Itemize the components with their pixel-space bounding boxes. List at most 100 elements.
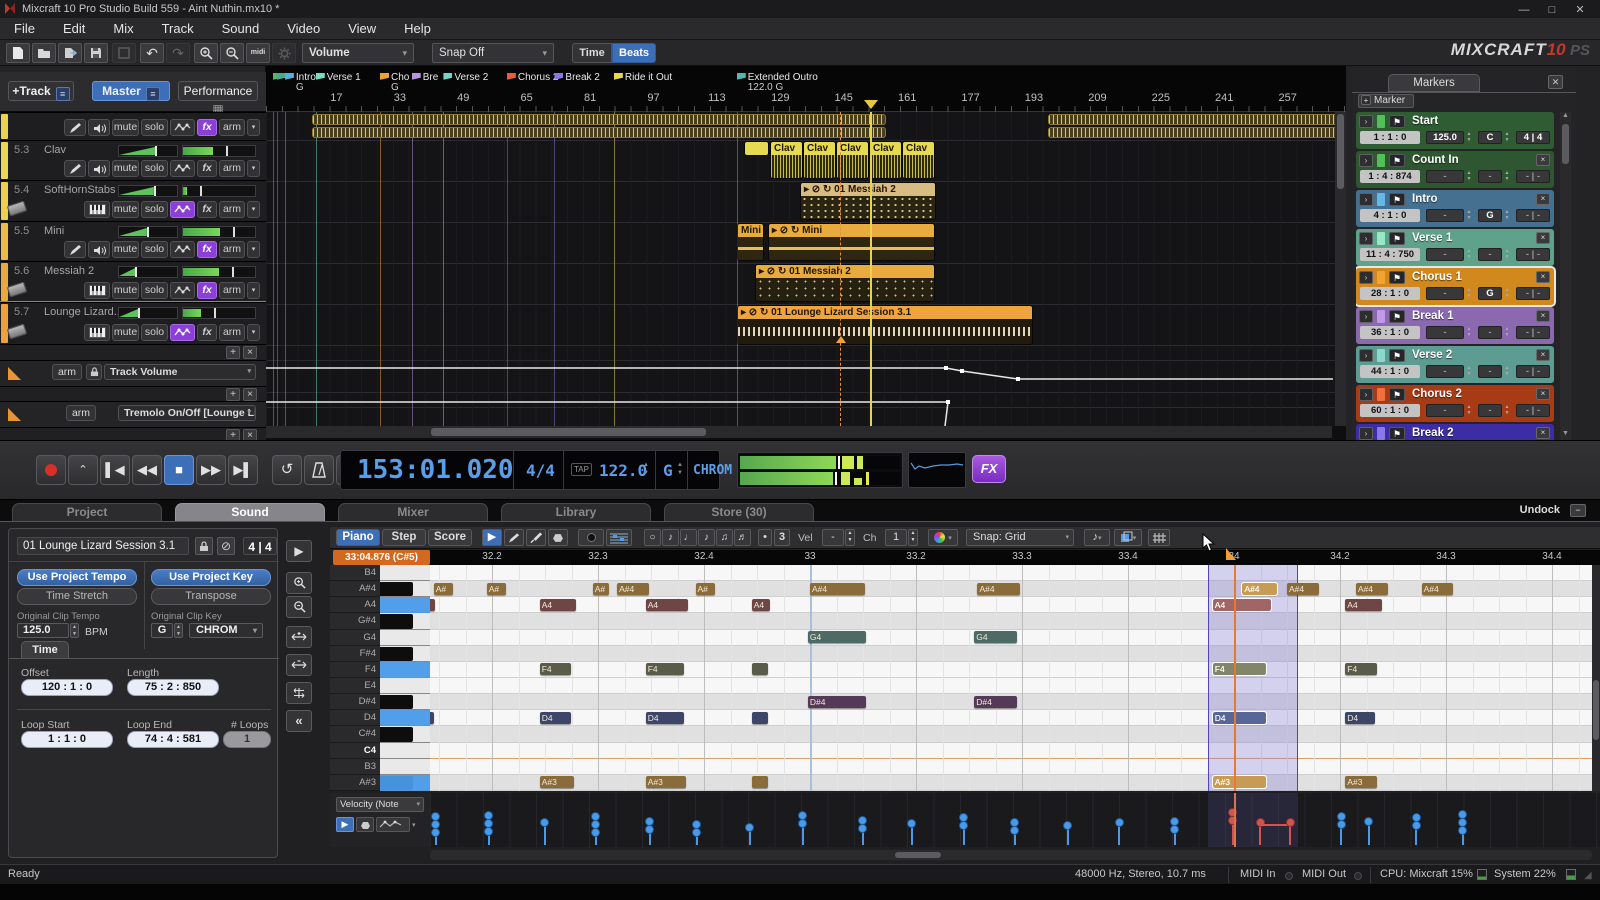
markers-tab[interactable]: Markers [1388,74,1480,92]
piano-note-As3[interactable]: A#3 [540,776,574,788]
marker-row-verse-2[interactable]: ›⚑Verse 2×44 : 1 : 0-▲▼-▲▼- | - [1356,346,1554,383]
marker-tempo-spinner[interactable]: ▲▼ [1465,404,1473,417]
draw-tool-icon[interactable] [64,119,86,136]
piano-note-A4[interactable]: A4 [646,599,688,611]
piano-roll-playhead[interactable] [1234,565,1236,791]
piano-note-A4[interactable]: A4 [1345,599,1382,611]
menu-help[interactable]: Help [390,18,445,39]
marker-position-field[interactable]: 4 : 1 : 0 [1360,209,1420,222]
add-lane-icon[interactable]: + [226,388,240,401]
record-button[interactable] [36,455,66,485]
new-project-icon[interactable] [6,43,30,63]
piano-instrument-icon[interactable] [84,282,110,299]
marker-tempo-field[interactable]: - [1426,404,1464,417]
panel-minimize-icon[interactable]: − [1570,504,1586,517]
pencil-tool-icon[interactable] [504,529,524,546]
note-color-wheel-icon[interactable]: ▾ [928,529,958,546]
velocity-curve-tool[interactable] [376,817,410,832]
time-tab[interactable]: Time [21,641,69,658]
piano-key-C4[interactable]: C4 [330,743,430,759]
marker-color-chip[interactable] [1377,271,1385,284]
scale-helper-icon[interactable]: ♪▾ [1084,529,1110,546]
clip[interactable]: Clav [902,141,935,179]
marker-key-spinner[interactable]: ▲▼ [1503,209,1511,222]
go-to-start-button[interactable]: ▌◀ [100,455,130,485]
solo-button[interactable]: solo [141,324,168,341]
marker-delete-icon[interactable]: × [1536,427,1550,439]
markers-scroll-down-icon[interactable]: ▼ [1560,430,1571,440]
snap-grid-dropdown[interactable]: Snap: Grid▾ [966,529,1074,546]
vel-spinner[interactable]: ▲▼ [845,529,855,546]
marker-name[interactable]: Count In [1412,154,1459,166]
playhead-line[interactable] [870,112,872,426]
piano-key-F#4[interactable]: F#4 [330,646,430,662]
menu-sound[interactable]: Sound [208,18,274,39]
marker-row-break-1[interactable]: ›⚑Break 1×36 : 1 : 0-▲▼-▲▼- | - [1356,307,1554,344]
tab-mixer[interactable]: Mixer [338,503,488,521]
layers-icon[interactable]: ▾ [1114,529,1142,546]
piano-roll-tab-step[interactable]: Step [382,529,426,546]
time-toggle-button[interactable]: Time [572,43,612,63]
marker-color-chip[interactable] [1377,232,1385,245]
piano-note-As4[interactable]: A#4 [617,583,649,595]
clip-signature[interactable]: 4 | 4 [243,537,277,555]
speaker-icon[interactable] [88,119,110,136]
automation-lock-icon[interactable] [86,364,102,380]
marker-key-spinner[interactable]: ▲▼ [1503,170,1511,183]
render-icon[interactable] [112,43,136,63]
time-stretch-button[interactable]: Time Stretch [17,588,137,605]
fx-button[interactable]: fx [197,241,217,258]
piano-note-F4[interactable]: F4 [540,663,572,675]
velocity-lane[interactable] [430,793,1600,847]
brush-tool-icon[interactable] [526,529,546,546]
velocity-lollipop[interactable] [1014,822,1016,845]
marker-name[interactable]: Break 1 [1412,310,1454,322]
velocity-lollipop[interactable] [1462,814,1464,845]
piano-note-As4[interactable]: A#4 [1356,583,1388,595]
piano-note-F4[interactable]: F4 [1213,663,1266,675]
marker-expand-icon[interactable]: › [1359,193,1373,206]
arranger-hscroll-thumb[interactable] [431,428,706,436]
track-volume-slider[interactable] [118,266,178,278]
track-row-5.7[interactable]: 5.7Lounge Lizard...mutesolofxarm▾ [0,302,266,344]
punch-marker-button[interactable]: ⌃ [68,455,98,485]
mute-clip-icon[interactable]: ⊘ [217,537,235,555]
menu-video[interactable]: Video [273,18,334,39]
velocity-lollipop[interactable] [1415,817,1417,845]
marker-color-chip[interactable] [1377,310,1385,323]
fx-button[interactable]: fx [197,119,217,136]
loop-end-field[interactable]: 74 : 4 : 581 [127,731,219,748]
marker-sig-field[interactable]: - | - [1516,365,1550,378]
piano-note-Ds4[interactable]: D#4 [808,696,866,708]
marker-color-chip[interactable] [1377,349,1385,362]
timeline-marker-flag[interactable]: Verse 1 [316,72,361,83]
track-row-5.6[interactable]: 5.6Messiah 2mutesolofxarm▾ [0,261,266,302]
clip[interactable]: Mini [737,223,764,261]
mute-button[interactable]: mute [112,119,139,136]
track-meter[interactable] [182,145,256,157]
piano-note-G4[interactable]: G4 [974,631,1016,643]
velocity-lollipop[interactable] [802,815,804,845]
orig-tempo-spinner[interactable]: ▲▼ [70,623,79,638]
piano-note-As4[interactable]: A#4 [810,583,865,595]
track-name[interactable]: Clav [44,144,66,156]
note-draw-icon[interactable] [578,529,604,546]
remove-lane-icon[interactable]: × [243,346,257,359]
editor-zoom-out-icon[interactable] [286,596,312,618]
track-chevron-icon[interactable]: ▾ [247,119,260,136]
piano-note[interactable] [430,712,434,724]
marker-name[interactable]: Break 2 [1412,427,1454,439]
marker-sig-field[interactable]: 4 | 4 [1516,131,1550,144]
marker-color-chip[interactable] [1377,427,1385,440]
marker-delete-icon[interactable]: × [1536,193,1550,205]
marker-delete-icon[interactable]: × [1536,271,1550,283]
marker-expand-icon[interactable]: › [1359,427,1373,440]
marker-row-chorus-2[interactable]: ›⚑Chorus 2×60 : 1 : 0-▲▼-▲▼- | - [1356,385,1554,422]
solo-button[interactable]: solo [141,160,168,177]
velocity-lollipop[interactable] [862,820,864,845]
position-readout[interactable]: 153:01.020 [357,455,514,485]
piano-roll-vscroll-thumb[interactable] [1593,680,1599,740]
collapse-panel-icon[interactable]: « [286,710,312,732]
ch-spinner[interactable]: ▲▼ [908,529,918,546]
track-chevron-icon[interactable]: ▾ [247,201,260,218]
